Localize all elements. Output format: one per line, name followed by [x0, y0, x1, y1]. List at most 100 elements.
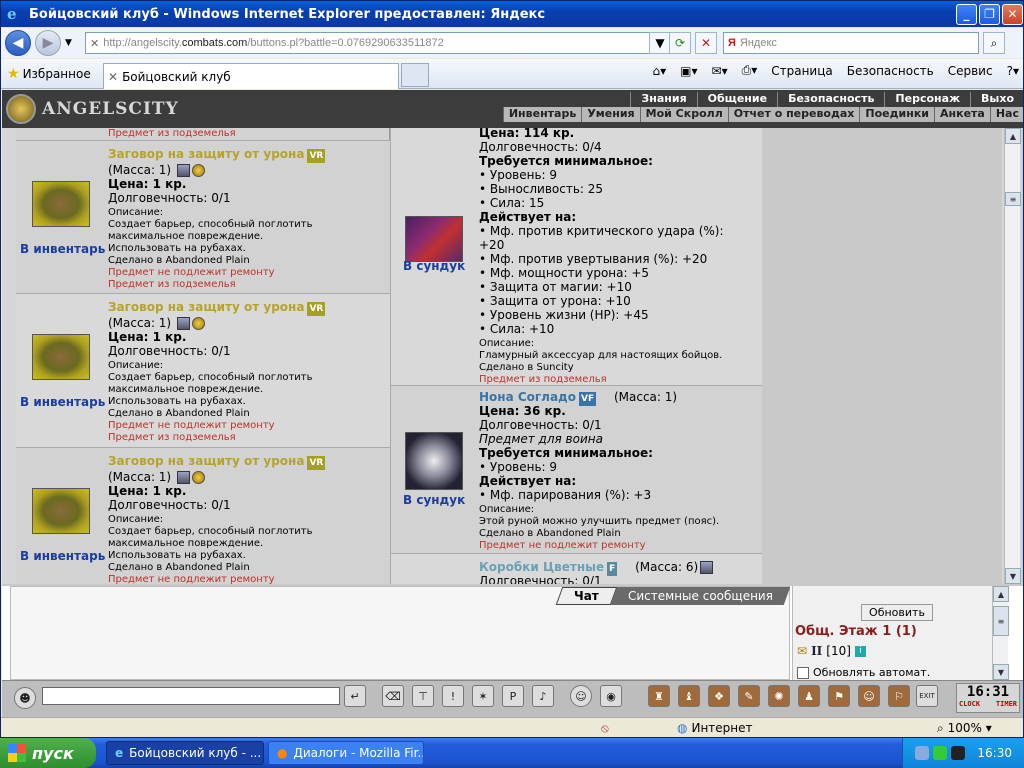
helmet-icon[interactable]: ◉ [600, 685, 622, 707]
scroll-down-icon[interactable]: ▼ [1005, 568, 1021, 584]
to-inventory-link[interactable]: В инвентарь [20, 396, 105, 408]
history-dropdown-icon[interactable]: ▼ [65, 38, 72, 48]
network-icon[interactable] [915, 746, 930, 760]
user-name[interactable]: II [811, 644, 822, 658]
cmd-page[interactable]: Страница [771, 64, 833, 78]
search-icon[interactable]: ⌕ [983, 32, 1005, 54]
quest-icon[interactable]: ⚐ [888, 685, 910, 707]
submenu-battles[interactable]: Поединки [859, 107, 934, 122]
clan-icon[interactable]: ⚑ [828, 685, 850, 707]
armor-icon[interactable]: ♟ [798, 685, 820, 707]
bag-icon[interactable]: ♜ [648, 685, 670, 707]
submenu-skills[interactable]: Умения [581, 107, 639, 122]
scroll-up-icon[interactable]: ▲ [1005, 128, 1021, 144]
item-desc-label: Описание: [479, 504, 535, 515]
inventory-right-column: В сундук Цена: 114 кр. Долговечность: 0/… [390, 128, 762, 584]
to-inventory-link[interactable]: В инвентарь [20, 550, 105, 562]
refresh-icon[interactable]: ⟳ [669, 32, 691, 54]
ie-task-icon: e [115, 746, 124, 760]
fight-icon[interactable]: ✶ [472, 685, 494, 707]
start-button[interactable]: пуск [0, 738, 96, 768]
address-bar[interactable]: ✕ http://angelscity. combats.com/buttons.… [85, 32, 663, 54]
item-name[interactable]: Коробки Цветные [479, 560, 604, 574]
menu-communication[interactable]: Общение [696, 92, 777, 107]
online-scrollbar[interactable]: ▲ ≡ ▼ [992, 586, 1009, 680]
menu-knowledge[interactable]: Знания [630, 92, 696, 107]
to-chest-link[interactable]: В сундук [403, 494, 465, 506]
smiley-icon[interactable]: ☺ [570, 685, 592, 707]
refresh-button[interactable]: Обновить [861, 604, 933, 621]
magic-icon[interactable]: ✺ [768, 685, 790, 707]
stop-icon[interactable]: ✕ [695, 32, 717, 54]
send-icon[interactable]: ↵ [344, 685, 366, 707]
search-input[interactable]: Я Яндекс [723, 32, 979, 54]
item-name[interactable]: Заговор на защиту от урона [108, 454, 304, 468]
zoom-control[interactable]: ⌕ 100% ▾ [937, 721, 992, 736]
address-dropdown-icon[interactable]: ▼ [649, 32, 671, 54]
volume-icon[interactable] [951, 746, 966, 760]
auto-refresh-checkbox[interactable] [797, 666, 809, 679]
antivirus-icon[interactable] [933, 746, 948, 760]
private-message-icon[interactable]: ✉ [797, 644, 807, 658]
minimize-button[interactable]: _ [956, 3, 977, 25]
help-icon[interactable]: ?▾ [1007, 64, 1019, 78]
alert-icon[interactable]: ! [442, 685, 464, 707]
maximize-button[interactable]: ❐ [979, 3, 1000, 25]
item-name[interactable]: Нона Согладо [479, 390, 576, 404]
friends-icon[interactable]: ☺ [858, 685, 880, 707]
chat-input[interactable] [42, 687, 340, 705]
exit-icon[interactable]: EXIT [916, 685, 938, 707]
item-name[interactable]: Заговор на защиту от урона [108, 147, 304, 161]
mail-icon[interactable]: ✉▾ [712, 64, 728, 78]
scroll-thumb[interactable]: ≡ [1005, 192, 1021, 206]
item-act: • Мф. мощности урона: +5 [479, 266, 650, 280]
translit-icon[interactable]: Р [502, 685, 524, 707]
popup-blocker-icon[interactable]: ⦸ [601, 721, 609, 736]
print-icon[interactable]: ⎙▾ [742, 63, 758, 78]
online-scroll-up-icon[interactable]: ▲ [993, 586, 1009, 602]
list-item: В инвентарь Заговор на защиту от урона VR… [16, 294, 390, 448]
to-inventory-link[interactable]: В инвентарь [20, 243, 105, 255]
taskbar-item-firefox[interactable]: ● Диалоги - Mozilla Fir... [268, 741, 424, 765]
filter-icon[interactable]: ⊤ [412, 685, 434, 707]
menu-exit[interactable]: Выхо [970, 92, 1023, 107]
info-icon[interactable]: i [854, 645, 866, 657]
browser-window: e Бойцовский клуб - Windows Internet Exp… [0, 0, 1024, 738]
submenu-more[interactable]: Нас [989, 107, 1023, 122]
sound-icon[interactable]: ♪ [532, 685, 554, 707]
treasure-icon[interactable]: ❖ [708, 685, 730, 707]
timer-label[interactable]: TIMER [996, 700, 1017, 708]
cmd-tools[interactable]: Сервис [948, 64, 993, 78]
zone-label: Интернет [691, 721, 753, 735]
clock-label[interactable]: CLOCK [959, 700, 980, 708]
forward-button[interactable]: ▶ [35, 30, 61, 56]
list-item: В сундук Нона Согладо VF (Масса: 1) Цена:… [390, 386, 762, 554]
menu-character[interactable]: Персонаж [884, 92, 970, 107]
online-scroll-down-icon[interactable]: ▼ [993, 664, 1009, 680]
windows-flag-icon [8, 744, 26, 762]
to-chest-link[interactable]: В сундук [403, 260, 465, 272]
sack-icon[interactable]: ♝ [678, 685, 700, 707]
browser-tab[interactable]: ✕ Бойцовский клуб [103, 63, 399, 89]
new-tab-button[interactable] [401, 63, 429, 87]
online-scroll-thumb[interactable]: ≡ [993, 606, 1009, 636]
home-icon[interactable]: ⌂▾ [653, 64, 667, 78]
clear-icon[interactable]: ⌫ [382, 685, 404, 707]
submenu-inventory[interactable]: Инвентарь [502, 107, 581, 122]
tab-system-messages[interactable]: Системные сообщения [610, 587, 790, 605]
favorites-button[interactable]: ★ Избранное [7, 66, 91, 82]
inventory-scrollbar[interactable]: ▲ ≡ ▼ [1004, 128, 1021, 584]
submenu-scroll[interactable]: Мой Скролл [639, 107, 728, 122]
scroll-icon[interactable]: ✎ [738, 685, 760, 707]
submenu-profile[interactable]: Анкета [934, 107, 990, 122]
item-name[interactable]: Заговор на защиту от урона [108, 300, 304, 314]
submenu-transfers[interactable]: Отчет о переводах [727, 107, 860, 122]
tab-chat[interactable]: Чат [555, 587, 618, 605]
taskbar-item-ie[interactable]: e Бойцовский клуб - ... [106, 741, 264, 765]
menu-security[interactable]: Безопасность [777, 92, 884, 107]
chat-face-icon[interactable]: ☻ [14, 687, 36, 709]
cmd-security[interactable]: Безопасность [847, 64, 934, 78]
close-window-button[interactable]: ✕ [1002, 3, 1023, 25]
back-button[interactable]: ◀ [5, 30, 31, 56]
feeds-icon[interactable]: ▣▾ [680, 64, 697, 78]
